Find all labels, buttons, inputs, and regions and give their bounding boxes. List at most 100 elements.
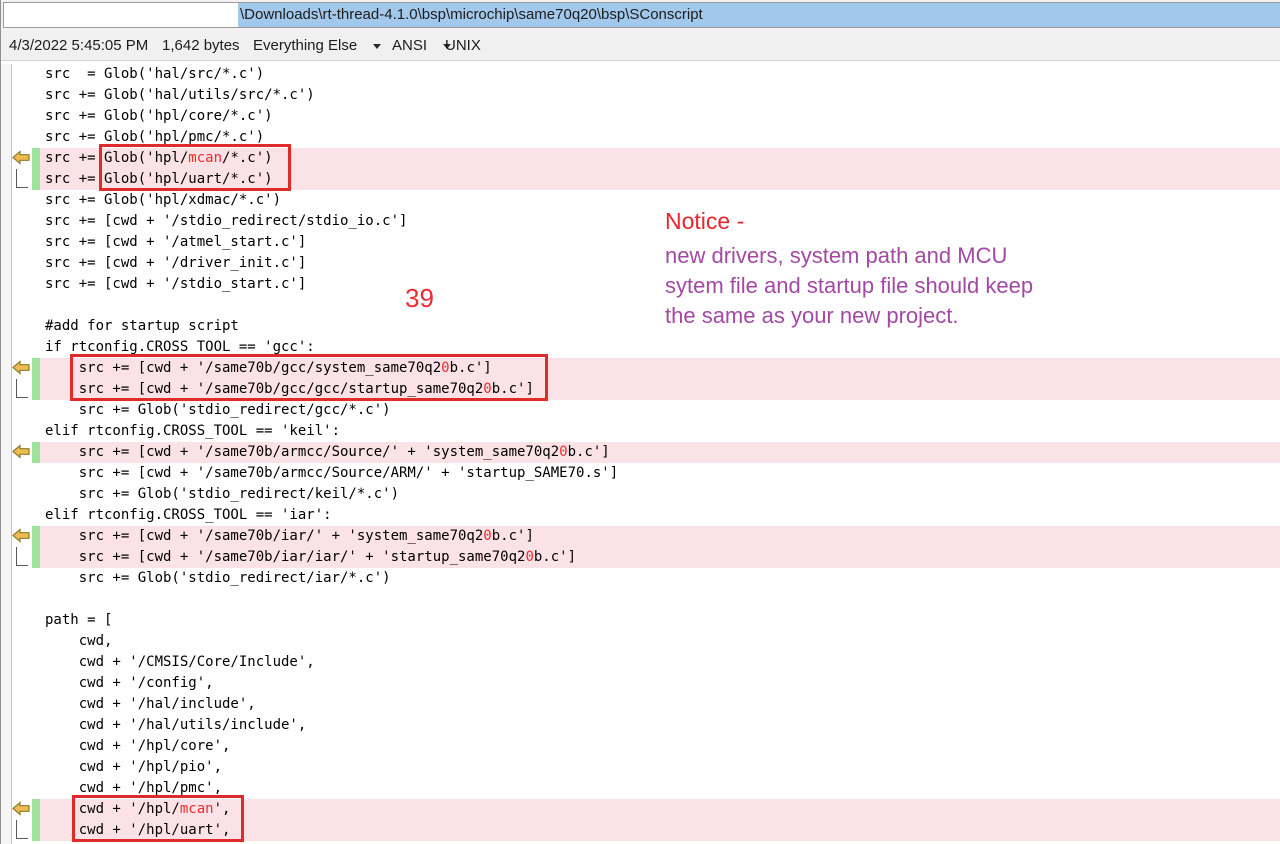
- code-line[interactable]: cwd + '/hpl/pmc',: [1, 778, 1280, 799]
- code-text: src += [cwd + '/same70b/armcc/Source/ARM…: [32, 463, 1280, 484]
- code-line[interactable]: src += [cwd + '/same70b/armcc/Source/' +…: [1, 442, 1280, 463]
- notice-line: the same as your new project.: [665, 301, 1033, 331]
- code-line[interactable]: cwd + '/hpl/core',: [1, 736, 1280, 757]
- gutter-cell: [1, 610, 32, 631]
- gutter-cell: [1, 295, 32, 316]
- diff-range-bracket-icon: [16, 820, 28, 839]
- code-text: src += [cwd + '/same70b/iar/' + 'system_…: [32, 526, 1280, 547]
- code-text: src += [cwd + '/same70b/armcc/Source/' +…: [32, 442, 1280, 463]
- gutter-cell: [1, 631, 32, 652]
- code-text: src += Glob('hpl/mcan/*.c'): [32, 148, 1280, 169]
- code-line[interactable]: cwd + '/hpl/uart',: [1, 820, 1280, 841]
- gutter-cell: [1, 127, 32, 148]
- code-text: src += Glob('stdio_redirect/iar/*.c'): [32, 568, 1280, 589]
- code-line[interactable]: #add for startup script: [1, 316, 1280, 337]
- code-text: src += [cwd + '/stdio_start.c']: [32, 274, 1280, 295]
- gutter-cell: [1, 757, 32, 778]
- code-line[interactable]: src += Glob('hpl/uart/*.c'): [1, 169, 1280, 190]
- code-line[interactable]: cwd + '/config',: [1, 673, 1280, 694]
- file-header-bar: \Downloads\rt-thread-4.1.0\bsp\microchip…: [1, 0, 1280, 31]
- gutter-cell: [1, 421, 32, 442]
- code-text: src += [cwd + '/atmel_start.c']: [32, 232, 1280, 253]
- code-line[interactable]: src += Glob('stdio_redirect/gcc/*.c'): [1, 400, 1280, 421]
- gutter-cell: [1, 778, 32, 799]
- code-line[interactable]: src += [cwd + '/stdio_start.c']: [1, 274, 1280, 295]
- gutter-cell: [1, 169, 32, 190]
- code-line[interactable]: cwd,: [1, 631, 1280, 652]
- gutter-cell: [1, 820, 32, 841]
- gutter-cell: [1, 799, 32, 820]
- code-line[interactable]: src += Glob('hpl/core/*.c'): [1, 106, 1280, 127]
- code-line[interactable]: [1, 295, 1280, 316]
- code-line[interactable]: elif rtconfig.CROSS_TOOL == 'iar':: [1, 505, 1280, 526]
- code-line[interactable]: cwd + '/hal/include',: [1, 694, 1280, 715]
- gutter-cell: [1, 379, 32, 400]
- gutter-cell: [1, 211, 32, 232]
- code-line[interactable]: src += Glob('hpl/mcan/*.c'): [1, 148, 1280, 169]
- code-line[interactable]: [1, 589, 1280, 610]
- line-ending-indicator: UNIX: [445, 37, 481, 54]
- gutter-cell: [1, 589, 32, 610]
- diff-changed-text: mcan: [180, 801, 214, 817]
- code-text: cwd + '/hpl/core',: [32, 736, 1280, 757]
- code-line[interactable]: src += [cwd + '/same70b/gcc/gcc/startup_…: [1, 379, 1280, 400]
- code-text: src += [cwd + '/driver_init.c']: [32, 253, 1280, 274]
- code-line[interactable]: src += [cwd + '/atmel_start.c']: [1, 232, 1280, 253]
- gutter-cell: [1, 463, 32, 484]
- syntax-mode-dropdown[interactable]: Everything Else: [253, 37, 381, 54]
- code-line[interactable]: src += [cwd + '/same70b/iar/iar/' + 'sta…: [1, 547, 1280, 568]
- file-path-field[interactable]: \Downloads\rt-thread-4.1.0\bsp\microchip…: [3, 2, 1280, 28]
- current-diff-arrow-icon: [12, 360, 30, 375]
- diff-range-bracket-icon: [16, 379, 28, 398]
- code-line[interactable]: path = [: [1, 610, 1280, 631]
- code-line[interactable]: cwd + '/CMSIS/Core/Include',: [1, 652, 1280, 673]
- code-line[interactable]: cwd + '/hal/utils/include',: [1, 715, 1280, 736]
- encoding-dropdown[interactable]: ANSI: [392, 37, 451, 54]
- code-line[interactable]: elif rtconfig.CROSS_TOOL == 'keil':: [1, 421, 1280, 442]
- code-text: src += Glob('hpl/uart/*.c'): [32, 169, 1280, 190]
- code-line[interactable]: src += [cwd + '/same70b/armcc/Source/ARM…: [1, 463, 1280, 484]
- syntax-mode-label: Everything Else: [253, 37, 357, 54]
- gutter-cell: [1, 736, 32, 757]
- code-editor-pane[interactable]: src = Glob('hal/src/*.c')src += Glob('ha…: [1, 61, 1280, 844]
- selected-file-path: \Downloads\rt-thread-4.1.0\bsp\microchip…: [238, 3, 1280, 27]
- gutter-cell: [1, 568, 32, 589]
- diff-changed-text: 0: [483, 528, 491, 544]
- code-line[interactable]: src += [cwd + '/same70b/gcc/system_same7…: [1, 358, 1280, 379]
- code-line[interactable]: src += [cwd + '/driver_init.c']: [1, 253, 1280, 274]
- code-text: elif rtconfig.CROSS_TOOL == 'iar':: [32, 505, 1280, 526]
- notice-title: Notice -: [665, 208, 1033, 235]
- diff-count-annotation: 39: [405, 283, 434, 314]
- code-line[interactable]: src += Glob('hpl/pmc/*.c'): [1, 127, 1280, 148]
- gutter-cell: [1, 253, 32, 274]
- code-line[interactable]: cwd + '/hpl/mcan',: [1, 799, 1280, 820]
- gutter-cell: [1, 505, 32, 526]
- gutter-cell: [1, 106, 32, 127]
- path-field-empty-area: [4, 3, 238, 27]
- diff-changed-text: mcan: [188, 150, 222, 166]
- code-line[interactable]: src += Glob('hpl/xdmac/*.c'): [1, 190, 1280, 211]
- code-text: cwd,: [32, 631, 1280, 652]
- code-text: elif rtconfig.CROSS_TOOL == 'keil':: [32, 421, 1280, 442]
- code-line[interactable]: src += Glob('hal/utils/src/*.c'): [1, 85, 1280, 106]
- code-line[interactable]: src += Glob('stdio_redirect/keil/*.c'): [1, 484, 1280, 505]
- code-text: src += Glob('stdio_redirect/keil/*.c'): [32, 484, 1280, 505]
- file-size: 1,642 bytes: [162, 37, 240, 54]
- code-text: [32, 589, 1280, 610]
- code-text: cwd + '/hpl/pmc',: [32, 778, 1280, 799]
- code-line[interactable]: cwd + '/hpl/pio',: [1, 757, 1280, 778]
- code-line[interactable]: if rtconfig.CROSS_TOOL == 'gcc':: [1, 337, 1280, 358]
- code-text: #add for startup script: [32, 316, 1280, 337]
- code-line[interactable]: src += Glob('stdio_redirect/iar/*.c'): [1, 568, 1280, 589]
- gutter-cell: [1, 64, 32, 85]
- code-line[interactable]: src = Glob('hal/src/*.c'): [1, 64, 1280, 85]
- gutter-cell: [1, 337, 32, 358]
- code-text: cwd + '/CMSIS/Core/Include',: [32, 652, 1280, 673]
- diff-range-bracket-icon: [16, 547, 28, 566]
- code-text: cwd + '/hpl/mcan',: [32, 799, 1280, 820]
- code-line[interactable]: src += [cwd + '/same70b/iar/' + 'system_…: [1, 526, 1280, 547]
- code-text: src += [cwd + '/same70b/gcc/system_same7…: [32, 358, 1280, 379]
- code-text: src += Glob('stdio_redirect/gcc/*.c'): [32, 400, 1280, 421]
- code-line[interactable]: src += [cwd + '/stdio_redirect/stdio_io.…: [1, 211, 1280, 232]
- gutter-cell: [1, 358, 32, 379]
